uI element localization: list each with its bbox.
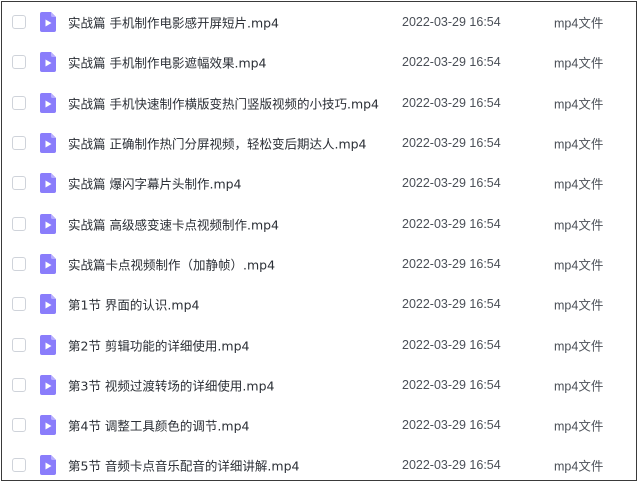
file-name[interactable]: 实战篇 正确制作热门分屏视频，轻松变后期达人.mp4 [68,134,367,153]
row-checkbox[interactable] [12,337,26,352]
file-row[interactable]: 第4节 调整工具颜色的调节.mp4 2022-03-29 16:54 mp4文件 [2,405,636,445]
file-modified-date: 2022-03-29 16:54 [402,176,501,191]
file-modified-date: 2022-03-29 16:54 [402,297,501,312]
video-file-icon [40,173,56,194]
row-checkbox[interactable] [12,458,26,473]
file-type: mp4文件 [554,177,604,192]
file-row[interactable]: 实战篇 爆闪字幕片头制作.mp4 2022-03-29 16:54 mp4文件 [2,163,636,203]
file-modified-date: 2022-03-29 16:54 [402,256,501,271]
file-name[interactable]: 第2节 剪辑功能的详细使用.mp4 [68,335,249,354]
row-checkbox[interactable] [12,377,26,392]
file-type: mp4文件 [554,137,604,152]
file-modified-date: 2022-03-29 16:54 [402,95,501,110]
row-checkbox[interactable] [12,15,26,30]
file-name[interactable]: 第4节 调整工具颜色的调节.mp4 [68,416,249,435]
video-file-icon [40,133,56,154]
file-name[interactable]: 实战篇 手机快速制作横版变热门竖版视频的小技巧.mp4 [68,93,379,112]
file-name[interactable]: 第1节 界面的认识.mp4 [68,295,199,314]
file-modified-date: 2022-03-29 16:54 [402,55,501,70]
file-modified-date: 2022-03-29 16:54 [402,216,501,231]
row-checkbox[interactable] [12,176,26,191]
video-file-icon [40,12,56,33]
file-row[interactable]: 实战篇 手机制作电影感开屏短片.mp4 2022-03-29 16:54 mp4文件 [2,2,636,42]
file-row[interactable]: 实战篇 手机快速制作横版变热门竖版视频的小技巧.mp4 2022-03-29 16… [2,83,636,123]
file-list: 实战篇 手机制作电影感开屏短片.mp4 2022-03-29 16:54 mp4文件… [2,2,636,480]
video-file-icon [40,374,56,395]
file-row[interactable]: 实战篇 手机制作电影遮幅效果.mp4 2022-03-29 16:54 mp4文件 [2,42,636,82]
video-file-icon [40,52,56,73]
file-modified-date: 2022-03-29 16:54 [402,15,501,30]
file-type: mp4文件 [554,298,604,313]
file-modified-date: 2022-03-29 16:54 [402,337,501,352]
video-file-icon [40,92,56,113]
file-type: mp4文件 [554,16,604,31]
file-type: mp4文件 [554,258,604,273]
row-checkbox[interactable] [12,95,26,110]
row-checkbox[interactable] [12,418,26,433]
file-modified-date: 2022-03-29 16:54 [402,377,501,392]
file-type: mp4文件 [554,339,604,354]
file-type: mp4文件 [554,459,604,474]
file-type: mp4文件 [554,379,604,394]
file-row[interactable]: 第3节 视频过渡转场的详细使用.mp4 2022-03-29 16:54 mp4文件 [2,365,636,405]
video-file-icon [40,415,56,436]
file-type: mp4文件 [554,56,604,71]
file-row[interactable]: 第1节 界面的认识.mp4 2022-03-29 16:54 mp4文件 [2,284,636,324]
row-checkbox[interactable] [12,256,26,271]
file-type: mp4文件 [554,218,604,233]
file-row[interactable]: 实战篇 高级感变速卡点视频制作.mp4 2022-03-29 16:54 mp4文件 [2,203,636,243]
file-type: mp4文件 [554,419,604,434]
video-file-icon [40,294,56,315]
file-row[interactable]: 实战篇卡点视频制作（加静帧）.mp4 2022-03-29 16:54 mp4文件 [2,244,636,284]
row-checkbox[interactable] [12,55,26,70]
row-checkbox[interactable] [12,216,26,231]
video-file-icon [40,334,56,355]
file-list-panel: 实战篇 手机制作电影感开屏短片.mp4 2022-03-29 16:54 mp4文件… [1,1,637,481]
file-name[interactable]: 第3节 视频过渡转场的详细使用.mp4 [68,375,274,394]
file-row[interactable]: 第2节 剪辑功能的详细使用.mp4 2022-03-29 16:54 mp4文件 [2,324,636,364]
file-type: mp4文件 [554,97,604,112]
row-checkbox[interactable] [12,297,26,312]
file-modified-date: 2022-03-29 16:54 [402,458,501,473]
file-name[interactable]: 实战篇 高级感变速卡点视频制作.mp4 [68,214,279,233]
video-file-icon [40,213,56,234]
video-file-icon [40,253,56,274]
file-name[interactable]: 实战篇 手机制作电影遮幅效果.mp4 [68,53,267,72]
file-name[interactable]: 实战篇 手机制作电影感开屏短片.mp4 [68,13,279,32]
file-modified-date: 2022-03-29 16:54 [402,418,501,433]
file-name[interactable]: 实战篇卡点视频制作（加静帧）.mp4 [68,254,275,273]
video-file-icon [40,455,56,476]
file-name[interactable]: 第5节 音频卡点音乐配音的详细讲解.mp4 [68,456,299,475]
file-row[interactable]: 第5节 音频卡点音乐配音的详细讲解.mp4 2022-03-29 16:54 mp4… [2,445,636,480]
file-name[interactable]: 实战篇 爆闪字幕片头制作.mp4 [68,174,242,193]
row-checkbox[interactable] [12,136,26,151]
file-modified-date: 2022-03-29 16:54 [402,136,501,151]
file-row[interactable]: 实战篇 正确制作热门分屏视频，轻松变后期达人.mp4 2022-03-29 16:… [2,123,636,163]
